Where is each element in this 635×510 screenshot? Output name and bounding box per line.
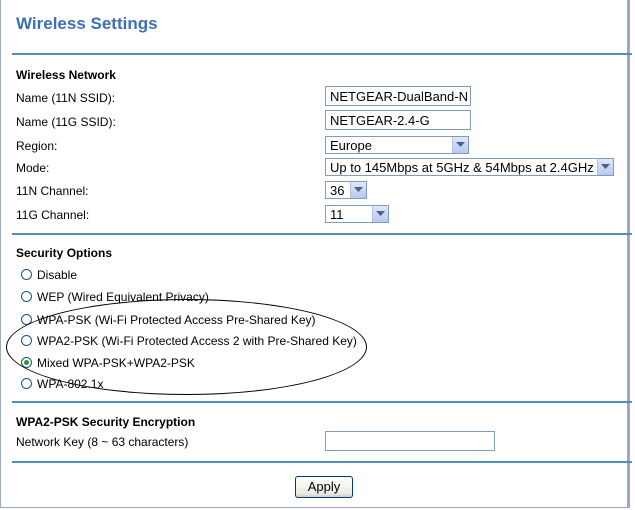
network-key-input[interactable] — [325, 431, 495, 451]
mode-label: Mode: — [16, 161, 50, 175]
radio-button[interactable] — [21, 378, 32, 389]
radio-button-selected[interactable] — [21, 357, 32, 368]
mode-select[interactable]: Up to 145Mbps at 5GHz & 54Mbps at 2.4GHz — [325, 158, 614, 176]
page-title: Wireless Settings — [16, 14, 158, 33]
chevron-down-icon — [372, 206, 388, 222]
security-option-label: Mixed WPA-PSK+WPA2-PSK — [37, 356, 195, 370]
security-option-label: WPA-PSK (Wi-Fi Protected Access Pre-Shar… — [37, 313, 316, 327]
wireless-network-heading: Wireless Network — [16, 68, 116, 82]
security-option-label: Disable — [37, 268, 78, 282]
divider — [12, 461, 632, 463]
channel-11n-label: 11N Channel: — [16, 184, 89, 198]
chevron-down-icon — [597, 159, 613, 175]
region-value: Europe — [330, 138, 372, 153]
channel-11n-select[interactable]: 36 — [325, 181, 367, 199]
divider — [12, 233, 632, 235]
radio-button[interactable] — [21, 314, 32, 325]
ssid-11n-label: Name (11N SSID): — [16, 91, 116, 105]
channel-11g-label: 11G Channel: — [16, 208, 90, 222]
network-key-label: Network Key (8 ~ 63 characters) — [16, 435, 189, 449]
region-select[interactable]: Europe — [325, 136, 469, 154]
security-option-label: WEP (Wired Equivalent Privacy) — [37, 290, 209, 304]
security-options-heading: Security Options — [16, 246, 113, 260]
channel-11g-select[interactable]: 11 — [325, 205, 389, 223]
divider — [12, 53, 632, 55]
security-option-label: WPA-802.1x — [37, 377, 104, 391]
radio-button[interactable] — [21, 335, 32, 346]
security-option-label: WPA2-PSK (Wi-Fi Protected Access 2 with … — [37, 334, 357, 348]
chevron-down-icon — [350, 182, 366, 198]
channel-11n-value: 36 — [330, 183, 345, 198]
chevron-down-icon — [452, 137, 468, 153]
radio-button[interactable] — [21, 269, 32, 280]
ssid-11n-input[interactable]: NETGEAR-DualBand-N — [325, 86, 471, 106]
encryption-heading: WPA2-PSK Security Encryption — [16, 415, 196, 429]
channel-11g-value: 11 — [330, 207, 344, 222]
mode-value: Up to 145Mbps at 5GHz & 54Mbps at 2.4GHz — [330, 160, 594, 175]
radio-button[interactable] — [21, 291, 32, 302]
apply-button[interactable]: Apply — [295, 476, 353, 498]
ssid-11g-input[interactable]: NETGEAR-2.4-G — [325, 110, 471, 130]
ssid-11g-label: Name (11G SSID): — [16, 115, 116, 129]
divider — [12, 401, 632, 403]
region-label: Region: — [16, 139, 58, 153]
